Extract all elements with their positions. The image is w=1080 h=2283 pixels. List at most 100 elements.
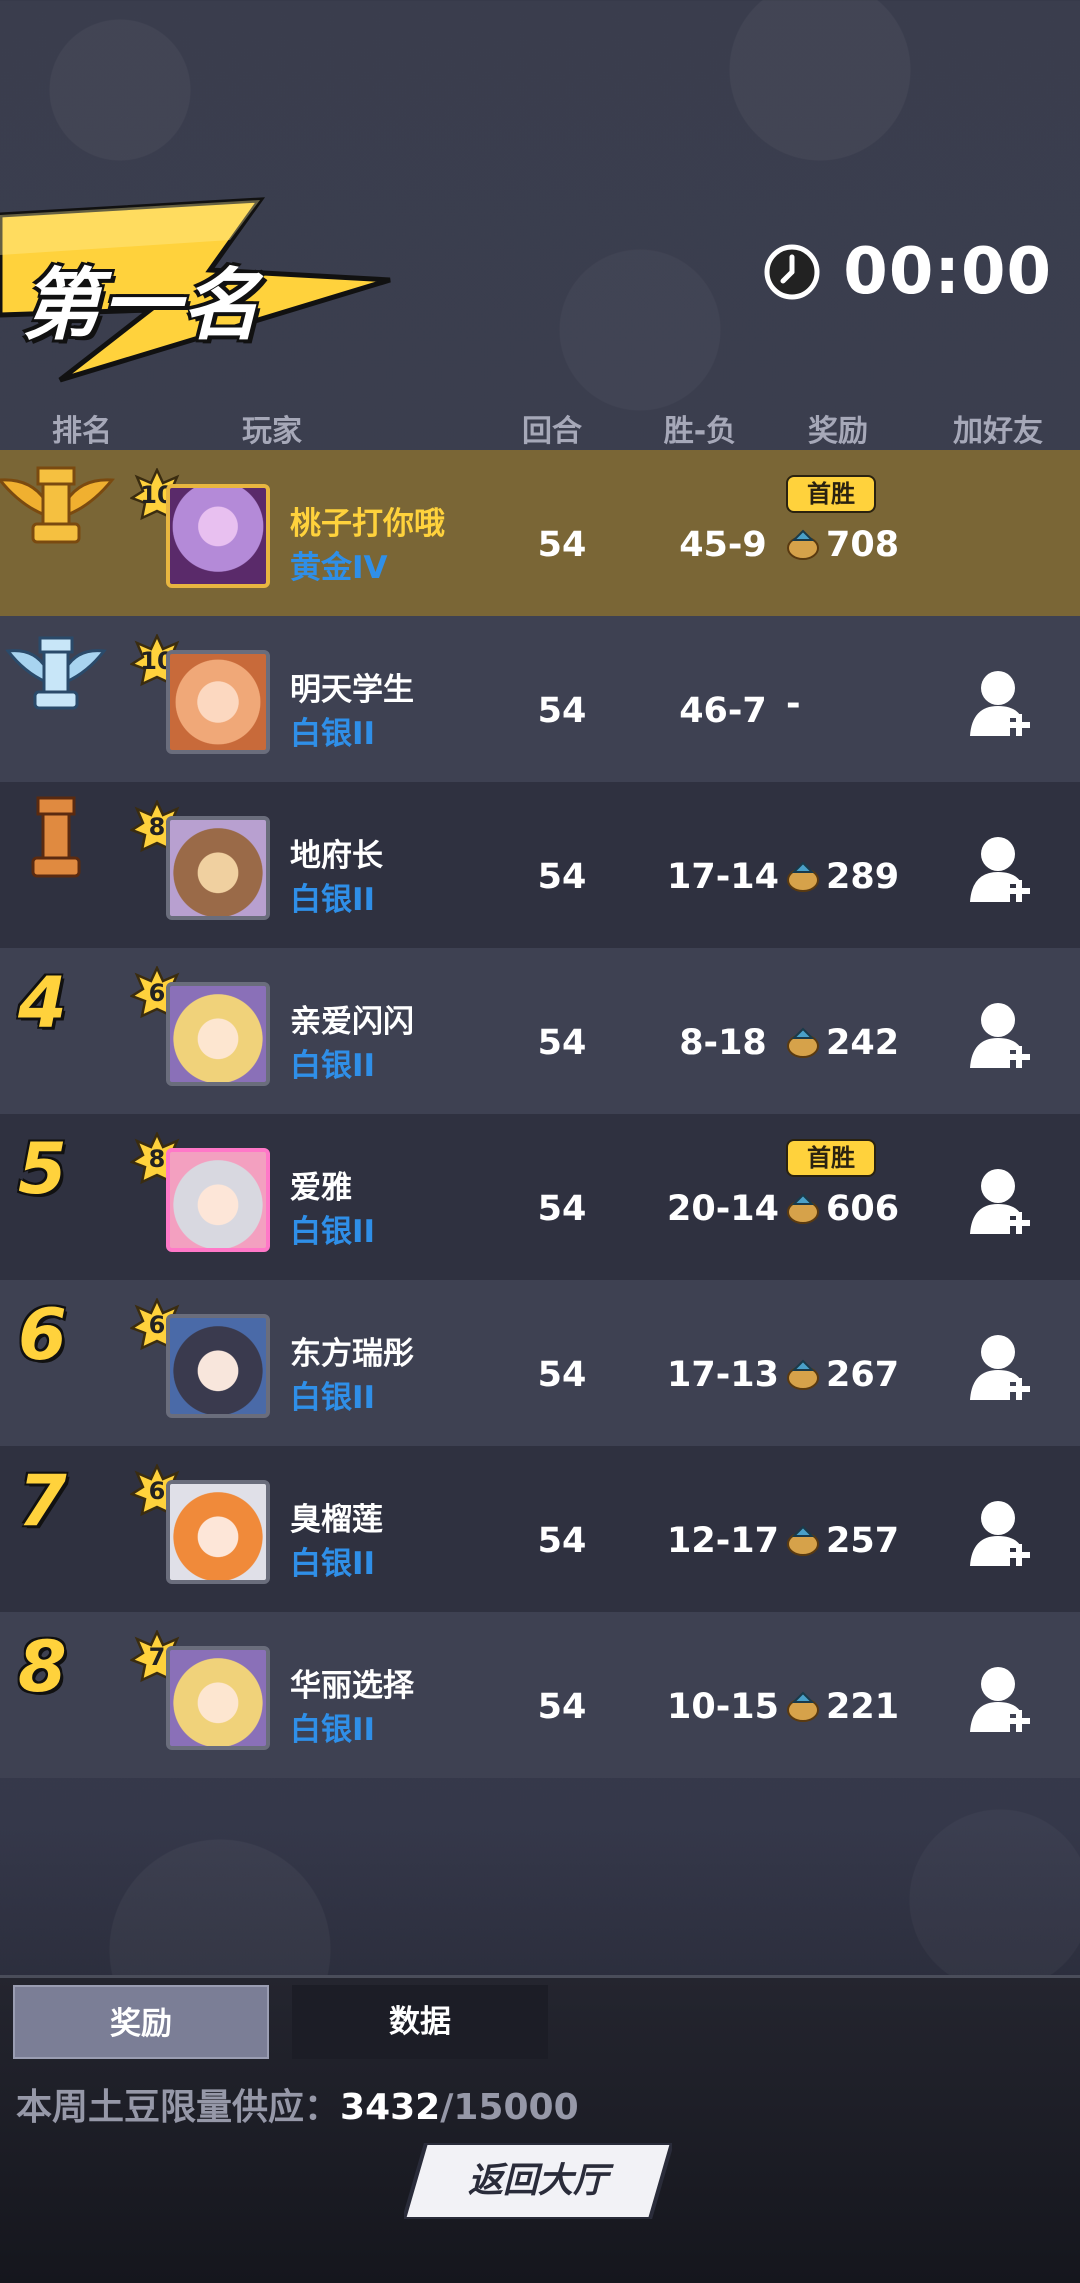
rank-number: 8 (18, 1626, 67, 1708)
potato-coin-icon (787, 1193, 819, 1224)
player-tier: 白银II (290, 1380, 376, 1416)
table-row[interactable]: 10 明天学生 白银II 54 46-7 - (0, 616, 1080, 782)
player-name: 华丽选择 (290, 1668, 414, 1704)
avatar (166, 1646, 270, 1750)
player-name: 臭榴莲 (290, 1502, 383, 1538)
table-row[interactable]: 10 桃子打你哦 黄金IV 54 45-9 首胜 708 (0, 450, 1080, 616)
player-tier: 白银II (290, 1214, 376, 1250)
reward-value: - (786, 684, 801, 724)
potato-coin-icon (787, 529, 819, 560)
potato-coin-icon (787, 861, 819, 892)
rounds-value: 54 (537, 1355, 587, 1395)
rounds-value: 54 (537, 1189, 587, 1229)
player-tier: 白银II (290, 882, 376, 918)
first-win-badge: 首胜 (786, 475, 876, 513)
reward: 257 (786, 1521, 899, 1561)
reward-value: 221 (826, 1687, 900, 1727)
reward-value: 257 (826, 1521, 900, 1561)
player-name: 爱雅 (290, 1170, 352, 1206)
placement-title: 第一名 (22, 261, 263, 351)
rounds-value: 54 (537, 1521, 587, 1561)
avatar (166, 1314, 270, 1418)
win-loss-value: 46-7 (679, 691, 767, 731)
add-friend-icon[interactable] (970, 1332, 1034, 1402)
rounds-value: 54 (537, 525, 587, 565)
supply-current: 3432 (340, 2087, 441, 2128)
reward-value: 606 (826, 1189, 900, 1229)
silver-rook-icon (5, 636, 107, 710)
player-name: 地府长 (290, 838, 383, 874)
col-reward: 奖励 (808, 414, 868, 449)
win-loss-value: 20-14 (667, 1189, 779, 1229)
rounds-value: 54 (537, 857, 587, 897)
ranking-list: 10 桃子打你哦 黄金IV 54 45-9 首胜 708 10 明天学生 白银I… (0, 450, 1080, 1778)
add-friend-icon[interactable] (970, 1000, 1034, 1070)
col-win-loss: 胜-负 (663, 414, 737, 449)
col-add-friend: 加好友 (953, 414, 1043, 449)
reward-value: 267 (826, 1355, 900, 1395)
table-row[interactable]: 6 6 东方瑞彤 白银II 54 17-13 267 (0, 1280, 1080, 1446)
column-headers: 排名 玩家 回合 胜-负 奖励 加好友 (0, 400, 1080, 450)
table-row[interactable]: 5 8 爱雅 白银II 54 20-14 首胜 606 (0, 1114, 1080, 1280)
avatar (166, 650, 270, 754)
clock-icon (764, 244, 820, 300)
player-tier: 白银II (290, 716, 376, 752)
table-row[interactable]: 7 6 臭榴莲 白银II 54 12-17 257 (0, 1446, 1080, 1612)
rounds-value: 54 (537, 1687, 587, 1727)
tab-rewards[interactable]: 奖励 (13, 1985, 269, 2059)
player-tier: 白银II (290, 1546, 376, 1582)
add-friend-icon[interactable] (970, 1498, 1034, 1568)
win-loss-value: 17-14 (667, 857, 779, 897)
reward: 242 (786, 1023, 899, 1063)
match-timer: 00:00 (763, 232, 1052, 312)
gold-rook-icon (0, 466, 115, 544)
add-friend-icon[interactable] (970, 1166, 1034, 1236)
win-loss-value: 12-17 (667, 1521, 779, 1561)
avatar (166, 1148, 270, 1252)
first-win-badge: 首胜 (786, 1139, 876, 1177)
rank-number: 4 (18, 962, 67, 1044)
win-loss-value: 17-13 (667, 1355, 779, 1395)
rank-number: 5 (18, 1128, 67, 1210)
reward: 606 (786, 1189, 899, 1229)
reward-value: 242 (826, 1023, 900, 1063)
add-friend-icon[interactable] (970, 834, 1034, 904)
supply-max: /15000 (440, 2087, 579, 2128)
avatar (166, 484, 270, 588)
supply-label: 本周土豆限量供应： (16, 2087, 341, 2128)
rounds-value: 54 (537, 691, 587, 731)
timer-value: 00:00 (843, 235, 1052, 309)
reward-value: 289 (826, 857, 900, 897)
potato-coin-icon (787, 1027, 819, 1058)
player-name: 亲爱闪闪 (290, 1004, 414, 1040)
avatar (166, 1480, 270, 1584)
avatar (166, 982, 270, 1086)
reward: 267 (786, 1355, 899, 1395)
col-player: 玩家 (242, 414, 302, 449)
win-loss-value: 8-18 (679, 1023, 767, 1063)
table-row[interactable]: 8 7 华丽选择 白银II 54 10-15 221 (0, 1612, 1080, 1778)
table-row[interactable]: 4 6 亲爱闪闪 白银II 54 8-18 242 (0, 948, 1080, 1114)
bronze-rook-icon (31, 796, 81, 878)
rank-number: 6 (18, 1294, 67, 1376)
table-row[interactable]: 8 地府长 白银II 54 17-14 289 (0, 782, 1080, 948)
player-name: 东方瑞彤 (290, 1336, 414, 1372)
win-loss-value: 45-9 (679, 525, 767, 565)
potato-coin-icon (787, 1359, 819, 1390)
tab-stats[interactable]: 数据 (292, 1985, 548, 2059)
add-friend-icon[interactable] (970, 668, 1034, 738)
add-friend-icon[interactable] (970, 1664, 1034, 1734)
col-rounds: 回合 (522, 414, 582, 449)
potato-coin-icon (787, 1691, 819, 1722)
reward-value: 708 (826, 525, 900, 565)
rounds-value: 54 (537, 1023, 587, 1063)
reward: 708 (786, 525, 899, 565)
return-lobby-button[interactable]: 返回大厅 (404, 2143, 672, 2219)
reward: - (786, 684, 801, 724)
bottom-panel: 奖励 数据 本周土豆限量供应：3432/15000 返回大厅 (0, 1975, 1080, 2283)
player-tier: 白银II (290, 1712, 376, 1748)
placement-banner: 第一名 (0, 195, 400, 385)
player-name: 桃子打你哦 (290, 506, 445, 542)
rank-number: 7 (18, 1460, 67, 1542)
potato-coin-icon (787, 1525, 819, 1556)
